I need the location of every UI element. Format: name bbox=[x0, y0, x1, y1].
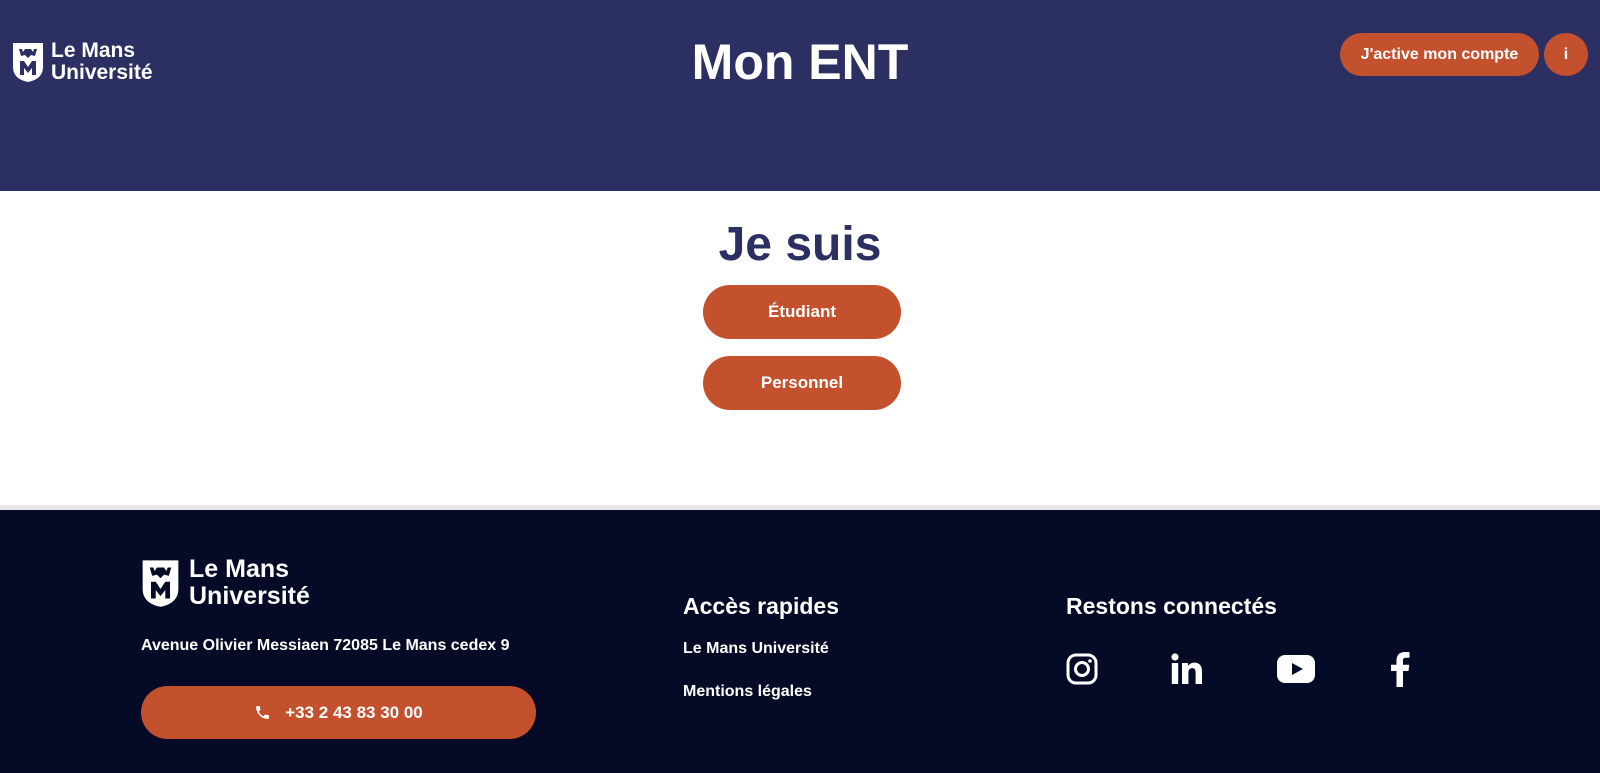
phone-number: +33 2 43 83 30 00 bbox=[285, 702, 423, 722]
linkedin-icon[interactable] bbox=[1170, 650, 1204, 688]
info-button[interactable]: i bbox=[1544, 33, 1588, 76]
role-selection: Je suis Étudiant Personnel bbox=[0, 191, 1600, 505]
quick-access-heading: Accès rapides bbox=[683, 593, 839, 619]
footer-logo-wordmark: Le Mans Université bbox=[189, 556, 310, 610]
site-footer: Le Mans Université Avenue Olivier Messia… bbox=[0, 510, 1600, 773]
student-button[interactable]: Étudiant bbox=[703, 285, 901, 339]
phone-button[interactable]: +33 2 43 83 30 00 bbox=[141, 686, 536, 739]
link-le-mans-universite[interactable]: Le Mans Université bbox=[683, 640, 829, 658]
link-mentions-legales[interactable]: Mentions légales bbox=[683, 683, 812, 701]
staff-button[interactable]: Personnel bbox=[703, 356, 901, 410]
footer-logo-line-2: Université bbox=[189, 582, 310, 610]
phone-icon bbox=[256, 706, 270, 719]
footer-logo-line-1: Le Mans bbox=[189, 555, 290, 583]
footer-logo[interactable]: Le Mans Université bbox=[140, 556, 310, 610]
youtube-icon[interactable] bbox=[1276, 650, 1316, 688]
facebook-icon[interactable] bbox=[1389, 650, 1411, 688]
university-shield-icon bbox=[142, 560, 179, 607]
social-heading: Restons connectés bbox=[1066, 593, 1277, 619]
site-header: Le Mans Université Mon ENT J'active mon … bbox=[0, 0, 1600, 191]
activate-account-button[interactable]: J'active mon compte bbox=[1340, 33, 1539, 76]
instagram-icon[interactable] bbox=[1065, 650, 1099, 688]
role-selection-title: Je suis bbox=[718, 218, 882, 271]
address: Avenue Olivier Messiaen 72085 Le Mans ce… bbox=[141, 637, 510, 654]
